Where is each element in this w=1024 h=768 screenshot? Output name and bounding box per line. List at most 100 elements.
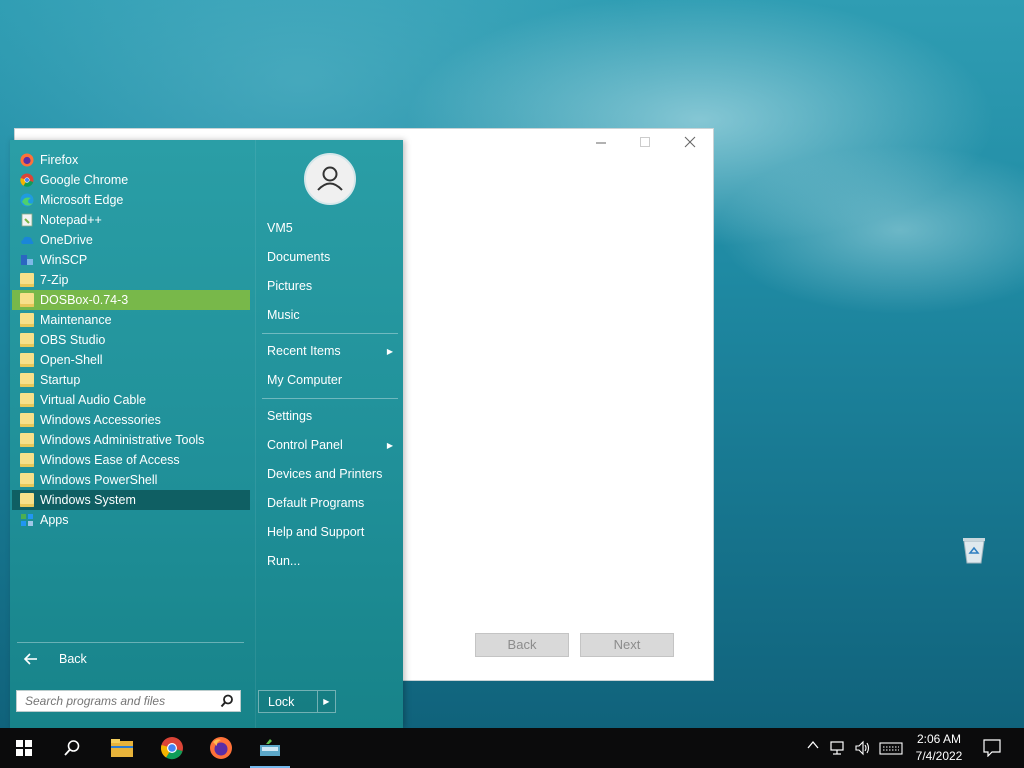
control-panel-link[interactable]: Control Panel ▶: [267, 438, 397, 452]
folder-icon: [20, 453, 34, 467]
settings-link[interactable]: Settings: [267, 409, 397, 423]
wizard-back-button[interactable]: Back: [475, 633, 569, 657]
minimize-icon: [596, 142, 606, 144]
folder-icon: [20, 473, 34, 487]
program-item[interactable]: Open-Shell: [12, 350, 250, 370]
maximize-button[interactable]: [625, 133, 665, 155]
pictures-link[interactable]: Pictures: [267, 279, 397, 293]
folder-icon: [20, 273, 34, 287]
program-label: Windows Accessories: [40, 413, 161, 427]
windows-logo-icon: [16, 740, 32, 756]
taskbar: 2:06 AM 7/4/2022: [0, 728, 1024, 768]
network-icon[interactable]: [830, 740, 848, 759]
search-icon: [220, 694, 233, 708]
program-label: Startup: [40, 373, 81, 387]
program-item[interactable]: OBS Studio: [12, 330, 250, 350]
program-item[interactable]: 7-Zip: [12, 270, 250, 290]
volume-icon[interactable]: [854, 740, 872, 759]
action-center-button[interactable]: [983, 739, 1001, 760]
wizard-next-button[interactable]: Next: [580, 633, 674, 657]
program-item[interactable]: WinSCP: [12, 250, 250, 270]
apps-icon: [20, 513, 34, 527]
notification-icon: [983, 739, 1001, 758]
clock-time: 2:06 AM: [916, 732, 962, 746]
devices-printers-link[interactable]: Devices and Printers: [267, 467, 397, 481]
folder-icon: [20, 353, 34, 367]
lock-button[interactable]: Lock ▶: [258, 690, 336, 713]
program-item[interactable]: Google Chrome: [12, 170, 250, 190]
user-avatar[interactable]: [304, 153, 356, 205]
firefox-taskbar-button[interactable]: [197, 728, 245, 768]
program-label: Windows System: [40, 493, 136, 507]
folder-icon: [20, 413, 34, 427]
submenu-arrow-icon: ▶: [386, 347, 393, 356]
search-box[interactable]: [16, 690, 241, 712]
control-panel-label: Control Panel: [267, 438, 343, 452]
minimize-button[interactable]: [581, 133, 621, 155]
chrome-icon: [160, 737, 183, 760]
lock-options-arrow-icon[interactable]: ▶: [316, 691, 335, 712]
search-icon: [64, 740, 80, 756]
default-programs-link[interactable]: Default Programs: [267, 496, 397, 510]
recent-items-label: Recent Items: [267, 344, 341, 358]
program-item[interactable]: Maintenance: [12, 310, 250, 330]
program-item[interactable]: Apps: [12, 510, 250, 530]
help-support-link[interactable]: Help and Support: [267, 525, 397, 539]
chrome-icon: [20, 173, 34, 187]
program-item[interactable]: Windows Accessories: [12, 410, 250, 430]
back-separator: [17, 642, 244, 643]
chevron-up-icon: [807, 740, 819, 749]
file-explorer-button[interactable]: [98, 728, 146, 768]
start-button[interactable]: [0, 728, 48, 768]
search-button[interactable]: [48, 728, 96, 768]
places-column: VM5 Documents Pictures Music Recent Item…: [255, 140, 404, 728]
file-explorer-icon: [111, 739, 133, 757]
program-item[interactable]: Notepad++: [12, 210, 250, 230]
recent-items-link[interactable]: Recent Items ▶: [267, 344, 397, 358]
folder-icon: [20, 433, 34, 447]
program-item[interactable]: Virtual Audio Cable: [12, 390, 250, 410]
program-label: WinSCP: [40, 253, 88, 267]
user-name-link[interactable]: VM5: [267, 221, 397, 235]
separator: [262, 333, 398, 334]
back-label: Back: [59, 652, 87, 666]
program-item[interactable]: Windows Ease of Access: [12, 450, 250, 470]
music-link[interactable]: Music: [267, 308, 397, 322]
program-label: OneDrive: [40, 233, 93, 247]
keyboard-icon[interactable]: [879, 740, 903, 759]
run-link[interactable]: Run...: [267, 554, 397, 568]
program-item[interactable]: OneDrive: [12, 230, 250, 250]
onedrive-icon: [20, 233, 34, 247]
program-item[interactable]: Windows System: [12, 490, 250, 510]
program-label: Microsoft Edge: [40, 193, 124, 207]
documents-link[interactable]: Documents: [267, 250, 397, 264]
program-label: DOSBox-0.74-3: [40, 293, 129, 307]
program-item[interactable]: Microsoft Edge: [12, 190, 250, 210]
program-label: Virtual Audio Cable: [40, 393, 147, 407]
program-item[interactable]: Windows PowerShell: [12, 470, 250, 490]
folder-icon: [20, 373, 34, 387]
edge-icon: [20, 193, 34, 207]
firefox-icon: [20, 153, 34, 167]
program-item[interactable]: DOSBox-0.74-3: [12, 290, 250, 310]
close-button[interactable]: [670, 133, 710, 155]
programs-back-button[interactable]: Back: [17, 652, 87, 666]
system-clock[interactable]: 2:06 AM 7/4/2022: [908, 731, 970, 765]
chrome-taskbar-button[interactable]: [148, 728, 196, 768]
folder-icon: [20, 393, 34, 407]
user-icon: [317, 166, 343, 191]
program-label: Windows Ease of Access: [40, 453, 180, 467]
program-item[interactable]: Windows Administrative Tools: [12, 430, 250, 450]
notepad-plus-plus-icon: [20, 213, 34, 227]
close-icon: [684, 136, 696, 148]
show-hidden-icons-button[interactable]: [806, 738, 820, 756]
program-item[interactable]: Startup: [12, 370, 250, 390]
my-computer-link[interactable]: My Computer: [267, 373, 397, 387]
setup-taskbar-button[interactable]: [246, 728, 294, 768]
recycle-bin-icon[interactable]: [960, 535, 988, 565]
program-label: Open-Shell: [40, 353, 103, 367]
program-item[interactable]: Firefox: [12, 150, 250, 170]
search-input[interactable]: [23, 691, 220, 711]
programs-list: Firefox Google Chrome Microsoft Edge Notepa…: [10, 140, 255, 728]
winscp-icon: [20, 253, 34, 267]
